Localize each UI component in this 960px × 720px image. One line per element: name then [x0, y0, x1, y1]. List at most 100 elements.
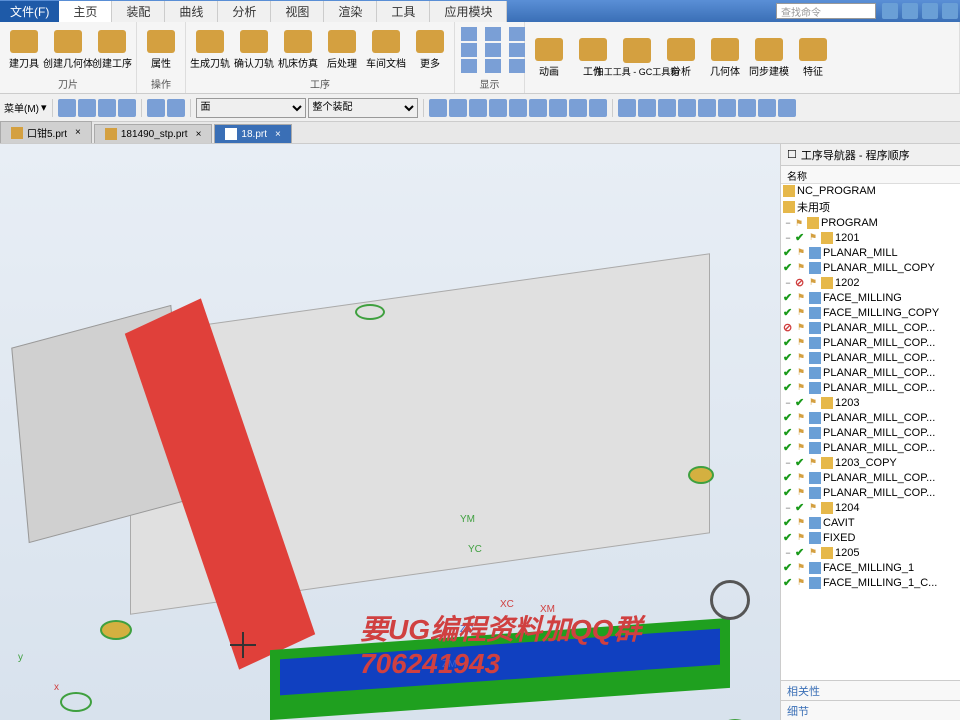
tree-node[interactable]: −⚑PROGRAM: [781, 216, 960, 230]
sel-icon[interactable]: [58, 99, 76, 117]
menu-button[interactable]: 菜单(M): [4, 100, 39, 115]
tb-icon[interactable]: [589, 99, 607, 117]
tb-icon[interactable]: [658, 99, 676, 117]
ribbon-tab-home[interactable]: 主页: [59, 1, 112, 22]
tree-node[interactable]: ✔⚑FIXED: [781, 530, 960, 545]
tb-icon[interactable]: [758, 99, 776, 117]
tree-node[interactable]: −⊘⚑1202: [781, 275, 960, 290]
tree-node[interactable]: ✔⚑FACE_MILLING_1_C...: [781, 575, 960, 590]
tree-node[interactable]: −✔⚑1205: [781, 545, 960, 560]
sync-model-button[interactable]: 同步建模: [751, 38, 787, 78]
generate-toolpath-button[interactable]: 生成刀轨: [192, 30, 228, 70]
tb-icon[interactable]: [529, 99, 547, 117]
disp-icon[interactable]: [485, 27, 501, 41]
3d-viewport[interactable]: YM YC XC XM ZC ZM x y 要UG编程资料加QQ群7062419…: [0, 144, 780, 720]
tb-icon[interactable]: [638, 99, 656, 117]
close-icon[interactable]: ×: [75, 127, 81, 138]
ribbon-tab-tools[interactable]: 工具: [377, 1, 430, 22]
tree-node[interactable]: −✔⚑1201: [781, 230, 960, 245]
tb-icon[interactable]: [698, 99, 716, 117]
command-search[interactable]: 查找命令: [776, 3, 876, 19]
tb-icon[interactable]: [449, 99, 467, 117]
filter-type-select[interactable]: 面: [196, 98, 306, 118]
properties-button[interactable]: 属性: [143, 30, 179, 70]
postprocess-button[interactable]: 后处理: [324, 30, 360, 70]
window-icon[interactable]: [902, 3, 918, 19]
tb-icon[interactable]: [569, 99, 587, 117]
feature-button[interactable]: 特征: [795, 38, 831, 78]
file-menu[interactable]: 文件(F): [0, 1, 59, 22]
more-button[interactable]: 更多: [412, 30, 448, 70]
tree-node[interactable]: ⊘⚑PLANAR_MILL_COP...: [781, 320, 960, 335]
tree-node[interactable]: ✔⚑PLANAR_MILL_COP...: [781, 350, 960, 365]
sel-icon[interactable]: [147, 99, 165, 117]
ribbon-tab-curve[interactable]: 曲线: [165, 1, 218, 22]
tree-node[interactable]: −✔⚑1203_COPY: [781, 455, 960, 470]
ribbon-tab-analysis[interactable]: 分析: [218, 1, 271, 22]
minimize-icon[interactable]: [922, 3, 938, 19]
ribbon-tab-view[interactable]: 视图: [271, 1, 324, 22]
disp-icon[interactable]: [485, 43, 501, 57]
machine-sim-button[interactable]: 机床仿真: [280, 30, 316, 70]
sel-icon[interactable]: [78, 99, 96, 117]
tree-node[interactable]: ✔⚑FACE_MILLING: [781, 290, 960, 305]
disp-icon[interactable]: [461, 43, 477, 57]
tb-icon[interactable]: [429, 99, 447, 117]
tree-node[interactable]: ✔⚑PLANAR_MILL_COP...: [781, 335, 960, 350]
tree-node[interactable]: ✔⚑PLANAR_MILL_COPY: [781, 260, 960, 275]
disp-icon[interactable]: [509, 59, 525, 73]
file-tab[interactable]: 18.prt×: [214, 124, 291, 143]
disp-icon[interactable]: [461, 27, 477, 41]
view-triad[interactable]: x y: [8, 652, 68, 712]
disp-icon[interactable]: [509, 27, 525, 41]
tb-icon[interactable]: [469, 99, 487, 117]
tree-node[interactable]: ✔⚑CAVIT: [781, 515, 960, 530]
filter-scope-select[interactable]: 整个装配: [308, 98, 418, 118]
disp-icon[interactable]: [509, 43, 525, 57]
tree-node[interactable]: ✔⚑PLANAR_MILL_COP...: [781, 440, 960, 455]
tb-icon[interactable]: [489, 99, 507, 117]
animation-button[interactable]: 动画: [531, 38, 567, 78]
tree-node[interactable]: 未用项: [781, 198, 960, 216]
operation-tree[interactable]: NC_PROGRAM未用项−⚑PROGRAM−✔⚑1201✔⚑PLANAR_MI…: [781, 184, 960, 680]
tb-icon[interactable]: [618, 99, 636, 117]
tree-node[interactable]: ✔⚑PLANAR_MILL_COP...: [781, 380, 960, 395]
tree-node[interactable]: ✔⚑PLANAR_MILL_COP...: [781, 425, 960, 440]
close-icon[interactable]: ×: [275, 129, 281, 140]
file-tab[interactable]: 口钳5.prt×: [0, 121, 92, 143]
geometry-button[interactable]: 几何体: [707, 38, 743, 78]
tree-node[interactable]: ✔⚑FACE_MILLING_1: [781, 560, 960, 575]
ribbon-tab-render[interactable]: 渲染: [324, 1, 377, 22]
disp-icon[interactable]: [485, 59, 501, 73]
tb-icon[interactable]: [778, 99, 796, 117]
tree-node[interactable]: ✔⚑PLANAR_MILL: [781, 245, 960, 260]
column-header[interactable]: 名称: [781, 166, 960, 184]
help-icon[interactable]: [942, 3, 958, 19]
tree-node[interactable]: ✔⚑PLANAR_MILL_COP...: [781, 470, 960, 485]
create-geometry-button[interactable]: 创建几何体: [50, 30, 86, 70]
tb-icon[interactable]: [509, 99, 527, 117]
sel-icon[interactable]: [118, 99, 136, 117]
details-section[interactable]: 细节: [781, 700, 960, 720]
gc-toolbox-button[interactable]: 加工工具 - GC工具箱: [619, 38, 655, 78]
tb-icon[interactable]: [718, 99, 736, 117]
dependency-section[interactable]: 相关性: [781, 680, 960, 700]
tree-node[interactable]: ✔⚑PLANAR_MILL_COP...: [781, 365, 960, 380]
tb-icon[interactable]: [738, 99, 756, 117]
create-operation-button[interactable]: 创建工序: [94, 30, 130, 70]
sel-icon[interactable]: [98, 99, 116, 117]
ribbon-tab-app[interactable]: 应用模块: [430, 1, 507, 22]
sel-icon[interactable]: [167, 99, 185, 117]
panel-header[interactable]: ☐工序导航器 - 程序顺序: [781, 144, 960, 166]
close-icon[interactable]: ×: [196, 129, 202, 140]
shop-doc-button[interactable]: 车间文档: [368, 30, 404, 70]
tb-icon[interactable]: [678, 99, 696, 117]
tree-node[interactable]: ✔⚑PLANAR_MILL_COP...: [781, 485, 960, 500]
tb-icon[interactable]: [549, 99, 567, 117]
tree-node[interactable]: NC_PROGRAM: [781, 184, 960, 198]
ribbon-tab-assembly[interactable]: 装配: [112, 1, 165, 22]
tree-node[interactable]: ✔⚑FACE_MILLING_COPY: [781, 305, 960, 320]
tree-node[interactable]: ✔⚑PLANAR_MILL_COP...: [781, 410, 960, 425]
analyze-button[interactable]: 分析: [663, 38, 699, 78]
create-tool-button[interactable]: 建刀具: [6, 30, 42, 70]
